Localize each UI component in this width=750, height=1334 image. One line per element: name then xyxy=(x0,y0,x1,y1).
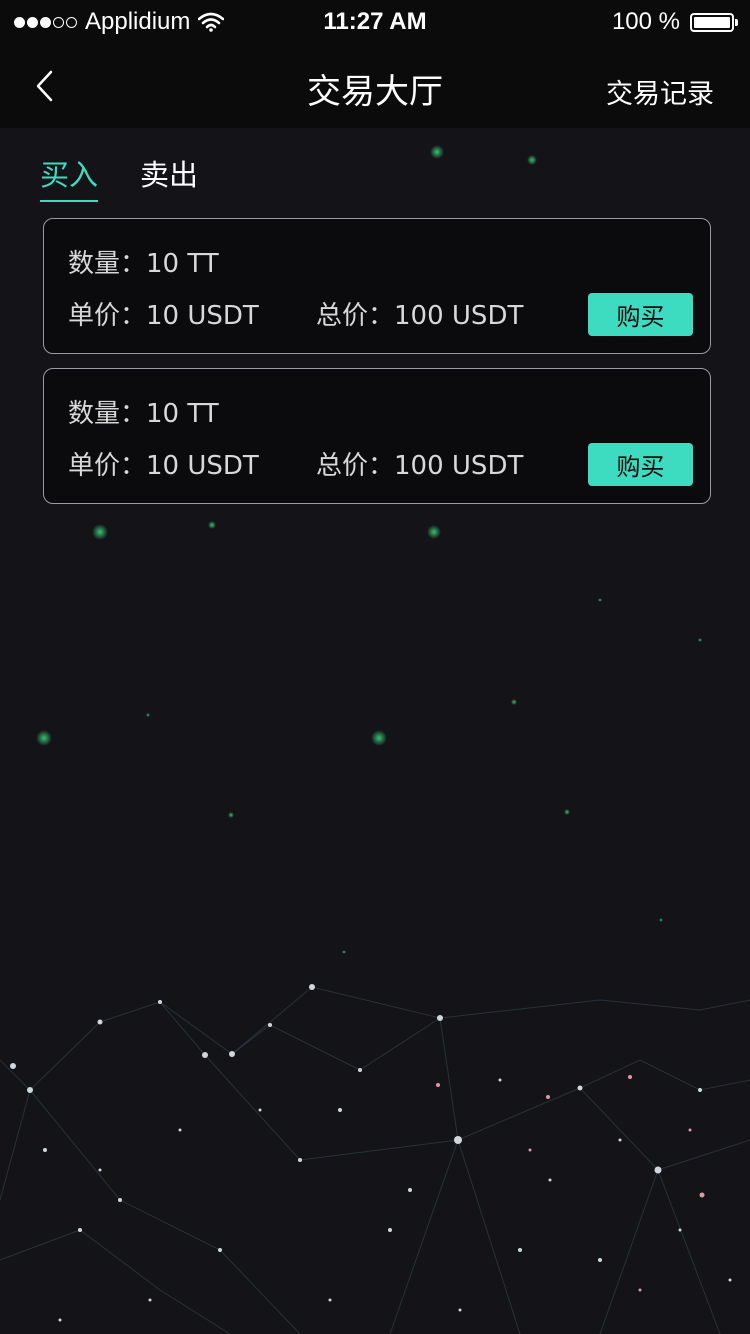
total-price-label: 总价： xyxy=(316,451,395,481)
tab-buy[interactable]: 买入 xyxy=(40,152,99,202)
trade-history-link[interactable]: 交易记录 xyxy=(606,72,714,111)
unit-price: 单价：10 USDT xyxy=(68,445,316,482)
total-price-value: 100 USDT xyxy=(394,301,524,331)
trade-tabs: 买入 卖出 xyxy=(40,152,198,202)
unit-price-value: 10 USDT xyxy=(146,301,259,331)
nav-bar: 交易大厅 交易记录 xyxy=(0,44,750,128)
price-row: 单价：10 USDT 总价：100 USDT xyxy=(68,295,523,332)
unit-price-value: 10 USDT xyxy=(146,451,259,481)
total-price: 总价：100 USDT xyxy=(316,445,523,482)
unit-price-label: 单价： xyxy=(68,451,147,481)
quantity-label: 数量： xyxy=(68,399,147,429)
total-price-label: 总价： xyxy=(316,301,395,331)
unit-price-label: 单价： xyxy=(68,301,147,331)
quantity-value: 10 TT xyxy=(146,249,219,279)
status-right: 100 % xyxy=(611,8,738,36)
battery-level xyxy=(694,16,730,28)
quantity-row: 数量：10 TT xyxy=(68,243,219,280)
price-row: 单价：10 USDT 总价：100 USDT xyxy=(68,445,523,482)
buy-button[interactable]: 购买 xyxy=(588,293,693,336)
unit-price: 单价：10 USDT xyxy=(68,295,316,332)
status-bar: Applidium 11:27 AM 100 % xyxy=(0,0,750,44)
battery-percent: 100 % xyxy=(611,8,680,35)
total-price: 总价：100 USDT xyxy=(316,295,523,332)
order-list: 数量：10 TT 单价：10 USDT 总价：100 USDT 购买 数量：10… xyxy=(43,218,711,518)
battery-icon xyxy=(690,12,738,32)
tab-sell[interactable]: 卖出 xyxy=(140,152,198,202)
quantity-label: 数量： xyxy=(68,249,147,279)
order-card: 数量：10 TT 单价：10 USDT 总价：100 USDT 购买 xyxy=(43,218,711,354)
quantity-value: 10 TT xyxy=(146,399,219,429)
buy-button[interactable]: 购买 xyxy=(588,443,693,486)
quantity-row: 数量：10 TT xyxy=(68,393,219,430)
order-card: 数量：10 TT 单价：10 USDT 总价：100 USDT 购买 xyxy=(43,368,711,504)
total-price-value: 100 USDT xyxy=(394,451,524,481)
